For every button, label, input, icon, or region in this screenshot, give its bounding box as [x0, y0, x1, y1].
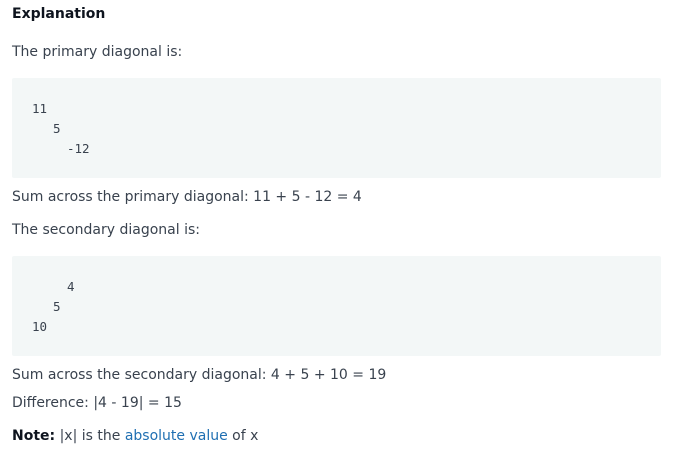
primary-code-line-1: 11: [32, 101, 48, 116]
primary-diagonal-sum: Sum across the primary diagonal: 11 + 5 …: [12, 189, 362, 205]
primary-diagonal-code-block: 11 5 -12: [12, 78, 661, 178]
secondary-code-line-2: 5: [53, 299, 61, 314]
secondary-diagonal-intro: The secondary diagonal is:: [12, 222, 200, 238]
difference-text: Difference: |4 - 19| = 15: [12, 395, 182, 411]
absolute-value-link[interactable]: absolute value: [125, 428, 228, 444]
note-text-before: |x| is the: [55, 428, 125, 444]
secondary-diagonal-sum: Sum across the secondary diagonal: 4 + 5…: [12, 367, 387, 383]
note-line: Note: |x| is the absolute value of x: [12, 427, 258, 445]
explanation-heading: Explanation: [12, 6, 106, 22]
secondary-diagonal-code-block: 4 5 10: [12, 256, 661, 356]
primary-code-line-2: 5: [53, 121, 61, 136]
note-label: Note:: [12, 428, 56, 444]
primary-diagonal-intro: The primary diagonal is:: [12, 44, 183, 60]
secondary-code-line-1: 4: [67, 279, 75, 294]
note-text-after: of x: [227, 428, 259, 444]
secondary-code-line-3: 10: [32, 319, 48, 334]
primary-code-line-3: -12: [67, 141, 90, 156]
